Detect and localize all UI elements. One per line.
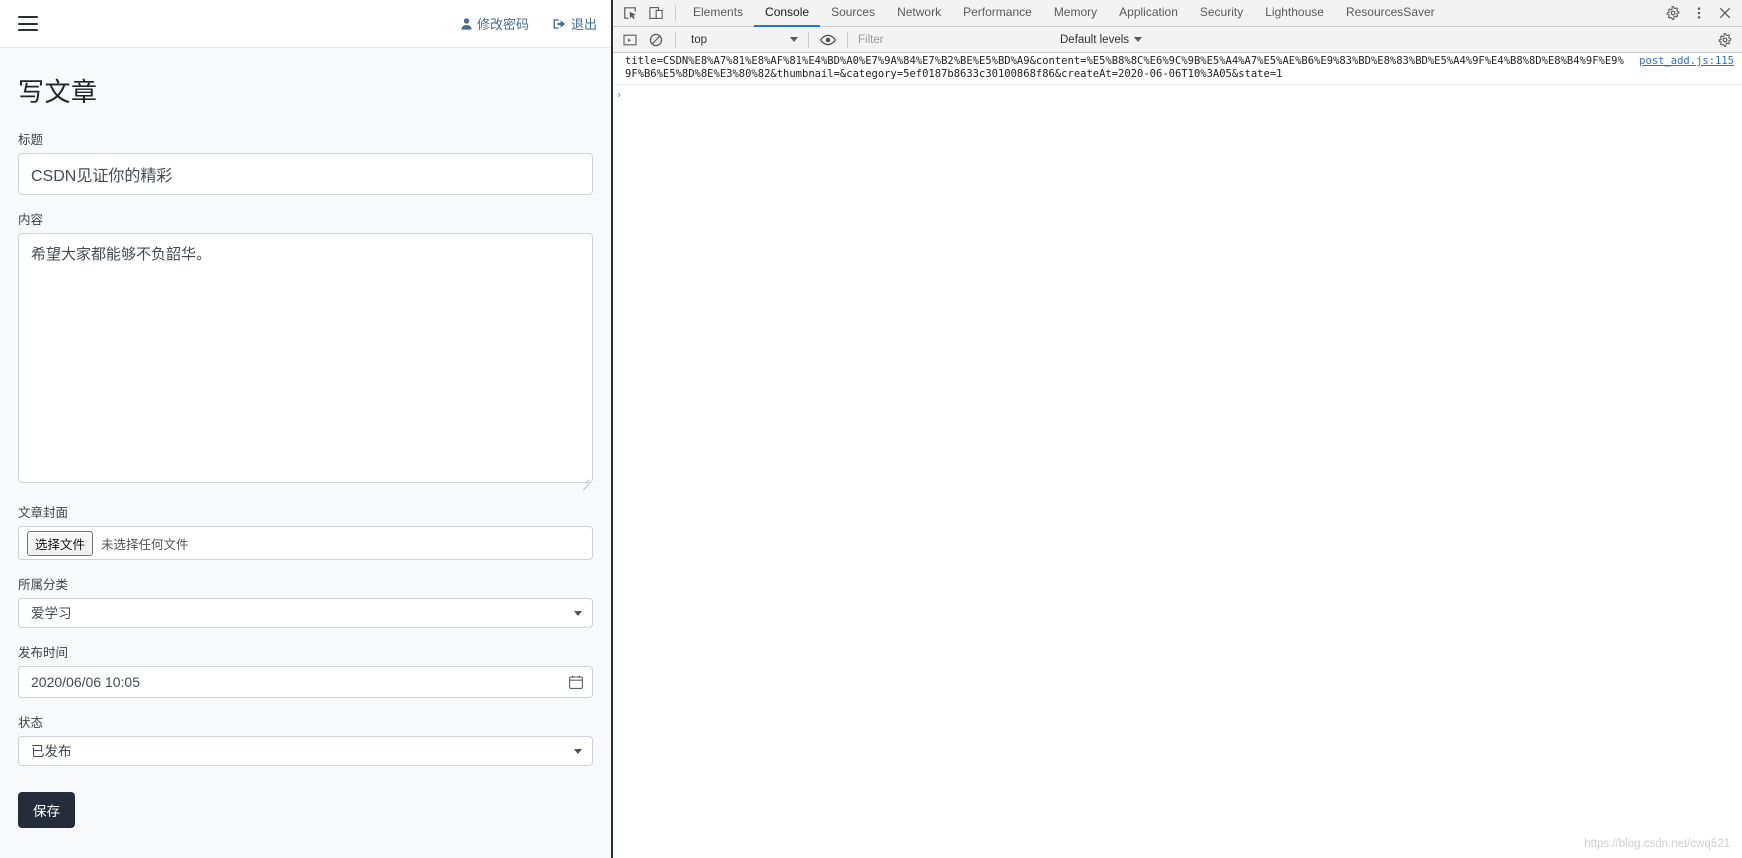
live-expression-eye-icon[interactable] (815, 28, 841, 52)
cover-label: 文章封面 (18, 506, 69, 520)
category-select-wrap: 爱学习 (18, 598, 593, 628)
tab-label: ResourcesSaver (1345, 5, 1435, 19)
hamburger-icon[interactable] (18, 16, 38, 31)
tab-resourcessaver[interactable]: ResourcesSaver (1335, 0, 1446, 27)
device-toolbar-icon[interactable] (643, 1, 669, 25)
devtools-tab-bar: Elements Console Sources Network Perform… (682, 0, 1660, 27)
tab-security[interactable]: Security (1189, 0, 1254, 27)
log-levels-value: Default levels (1060, 33, 1130, 46)
field-group-cover: 文章封面 选择文件 未选择任何文件 (18, 502, 593, 560)
kebab-menu-icon[interactable] (1686, 1, 1712, 25)
execution-context-select[interactable]: top (684, 30, 802, 49)
category-label: 所属分类 (18, 578, 69, 592)
devtools-topbar: Elements Console Sources Network Perform… (613, 0, 1742, 27)
logout-link[interactable]: 退出 (553, 14, 597, 33)
change-password-label: 修改密码 (476, 17, 529, 32)
logout-label: 退出 (570, 17, 597, 32)
tab-application[interactable]: Application (1108, 0, 1189, 27)
inspect-cursor-icon[interactable] (617, 1, 643, 25)
category-select[interactable]: 爱学习 (18, 598, 593, 628)
logout-icon (553, 18, 566, 30)
console-output: title=CSDN%E8%A7%81%E8%AF%81%E4%BD%A0%E7… (613, 53, 1742, 858)
toolbar-divider (675, 31, 676, 48)
publish-time-wrap (18, 666, 593, 698)
state-select-wrap: 已发布 (18, 736, 593, 766)
message-gutter (613, 55, 625, 81)
tab-label: Lighthouse (1265, 5, 1324, 19)
title-input[interactable] (18, 153, 593, 195)
console-message[interactable]: title=CSDN%E8%A7%81%E8%AF%81%E4%BD%A0%E7… (613, 53, 1742, 85)
title-label: 标题 (18, 133, 44, 147)
tab-console[interactable]: Console (754, 0, 821, 27)
tab-label: Security (1199, 5, 1244, 19)
field-group-publish-time: 发布时间 (18, 642, 593, 698)
console-message-text: title=CSDN%E8%A7%81%E8%AF%81%E4%BD%A0%E7… (625, 55, 1624, 80)
publish-time-label: 发布时间 (18, 646, 69, 660)
toolbar-divider (847, 31, 848, 48)
console-prompt[interactable]: › (613, 85, 1742, 105)
close-icon[interactable] (1712, 1, 1738, 25)
devtools-topbar-actions (1660, 1, 1738, 25)
tab-memory[interactable]: Memory (1043, 0, 1108, 27)
page-navbar: 修改密码 退出 (0, 0, 611, 48)
state-label: 状态 (18, 716, 44, 730)
page-body: 写文章 标题 内容 希望大家都能够不负韶华。 文章封面 选择文件 未选择任何文件 (0, 48, 611, 828)
field-group-content: 内容 希望大家都能够不负韶华。 (18, 209, 593, 491)
console-sidebar-icon[interactable] (617, 28, 643, 52)
chevron-down-icon (1134, 37, 1143, 42)
toolbar-divider (808, 31, 809, 48)
tab-label: Elements (693, 5, 744, 19)
user-icon (461, 17, 472, 30)
content-textarea[interactable]: 希望大家都能够不负韶华。 (18, 233, 593, 483)
field-group-category: 所属分类 爱学习 (18, 574, 593, 628)
choose-file-button[interactable]: 选择文件 (27, 530, 94, 556)
tab-network[interactable]: Network (886, 0, 952, 27)
tab-elements[interactable]: Elements (682, 0, 754, 27)
content-label: 内容 (18, 213, 44, 227)
tab-label: Application (1119, 5, 1178, 19)
toolbar-divider (675, 5, 676, 21)
prompt-arrow-icon: › (615, 88, 623, 101)
publish-time-input[interactable] (18, 666, 593, 698)
gear-icon[interactable] (1660, 1, 1686, 25)
console-message-source-link[interactable]: post_add.js:115 (1639, 55, 1742, 67)
chevron-down-icon (790, 37, 798, 42)
gear-icon[interactable] (1712, 28, 1738, 52)
clear-console-icon[interactable] (643, 28, 669, 52)
web-page-pane: 修改密码 退出 写文章 标题 内容 希望 (0, 0, 613, 858)
content-textarea-wrap: 希望大家都能够不负韶华。 (18, 233, 593, 491)
save-button[interactable]: 保存 (18, 792, 75, 828)
tab-label: Performance (963, 5, 1032, 19)
tab-label: Console (765, 5, 810, 19)
tab-performance[interactable]: Performance (952, 0, 1043, 27)
field-group-state: 状态 已发布 (18, 712, 593, 766)
page-title: 写文章 (18, 77, 98, 107)
cover-file-input[interactable]: 选择文件 未选择任何文件 (18, 526, 593, 560)
devtools-pane: Elements Console Sources Network Perform… (613, 0, 1742, 858)
tab-lighthouse[interactable]: Lighthouse (1254, 0, 1335, 27)
field-group-title: 标题 (18, 129, 593, 195)
tab-label: Memory (1053, 5, 1098, 19)
tab-label: Sources (831, 5, 876, 19)
watermark-text: https://blog.csdn.net/cwq521 (1584, 838, 1730, 850)
state-select[interactable]: 已发布 (18, 736, 593, 766)
screen-root: 修改密码 退出 写文章 标题 内容 希望 (0, 0, 1742, 858)
tab-label: Network (897, 5, 942, 19)
console-toolbar: top Default levels (613, 27, 1742, 53)
file-status-text: 未选择任何文件 (101, 537, 189, 552)
tab-sources[interactable]: Sources (820, 0, 886, 27)
console-filter-input[interactable] (854, 30, 1054, 49)
log-levels-select[interactable]: Default levels (1054, 30, 1148, 49)
execution-context-value: top (691, 33, 707, 46)
change-password-link[interactable]: 修改密码 (461, 14, 529, 33)
